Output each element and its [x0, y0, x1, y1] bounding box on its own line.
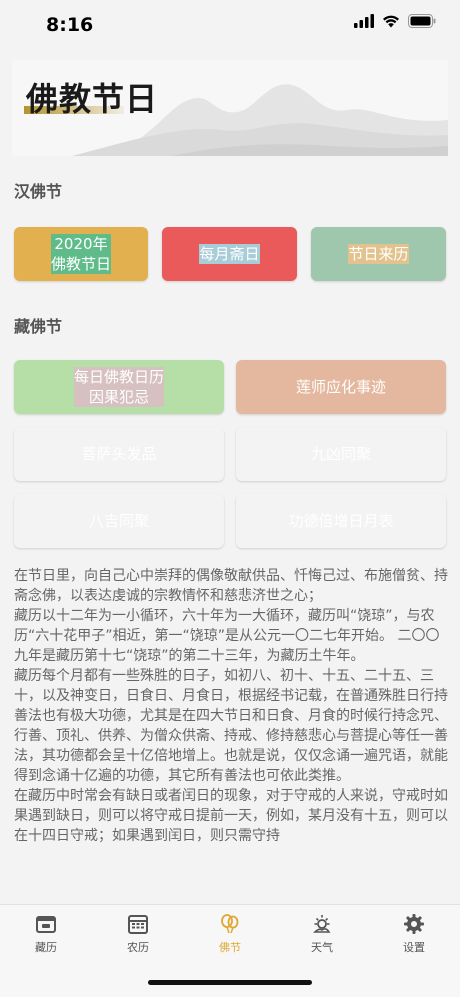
tab-label: 设置	[403, 941, 425, 954]
home-indicator	[148, 980, 312, 985]
button-2020-festivals[interactable]: 2020年 佛教节日	[14, 227, 148, 281]
page-title: 佛教节日	[26, 80, 159, 118]
section-title-zang: 藏佛节	[14, 317, 63, 336]
tab-tibetan-calendar[interactable]: 藏历	[0, 913, 92, 955]
description-paragraph: 在节日里，向自己心中崇拜的偶像敬献供品、忏悔己过、布施僧贫、持斋念佛，以表达虔诚…	[14, 568, 448, 604]
button-label: 每日佛教日历 因果犯忌	[73, 367, 164, 407]
button-label: 2020年 佛教节日	[50, 234, 111, 274]
button-label: 九凶同聚	[310, 445, 371, 463]
description-text: 在节日里，向自己心中崇拜的偶像敬献供品、忏悔己过、布施僧贫、持斋念佛，以表达虔诚…	[14, 566, 448, 902]
button-label: 每月斋日	[199, 244, 260, 264]
tab-weather[interactable]: 天气	[276, 913, 368, 955]
button-eight-auspicious[interactable]: 八吉同聚	[14, 494, 224, 548]
button-daily-buddhist-calendar[interactable]: 每日佛教日历 因果犯忌	[14, 360, 224, 414]
tab-buddhist-festivals[interactable]: 佛节	[184, 913, 276, 955]
button-label: 八吉同聚	[88, 512, 149, 530]
calendar-grid-icon	[128, 915, 148, 934]
button-merit-multiplying-days[interactable]: 功德倍增日月表	[236, 494, 446, 548]
description-paragraph: 藏历以十二年为一小循环，六十年为一大循环，藏历叫“饶琼”，与农历“六十花甲子”相…	[14, 608, 440, 664]
tab-label: 农历	[127, 941, 149, 954]
banner: 佛教节日	[12, 60, 448, 156]
description-paragraph: 藏历每个月都有一些殊胜的日子，如初八、初十、十五、二十五、三十，以及神变日，日食…	[14, 668, 448, 784]
button-guru-rinpoche-deeds[interactable]: 莲师应化事迹	[236, 360, 446, 414]
tab-label: 天气	[311, 941, 333, 954]
tab-label: 藏历	[35, 941, 57, 954]
button-label: 莲师应化事迹	[295, 378, 386, 396]
weather-icon	[313, 915, 331, 933]
status-time: 8:16	[46, 14, 94, 36]
calendar-box-icon	[36, 916, 56, 933]
tab-label: 佛节	[219, 941, 241, 954]
button-label: 功德倍增日月表	[288, 512, 394, 530]
description-paragraph: 在藏历中时常会有缺日或者闰日的现象，对于守戒的人来说，守戒时如果遇到缺日，则可以…	[14, 788, 448, 844]
button-monthly-fasting-days[interactable]: 每月斋日	[162, 227, 297, 281]
status-icons	[354, 14, 436, 28]
button-label: 菩萨头发品	[81, 445, 157, 463]
button-label: 节日来历	[348, 244, 409, 264]
gear-icon	[404, 914, 424, 934]
button-festival-origins[interactable]: 节日来历	[311, 227, 446, 281]
tab-settings[interactable]: 设置	[368, 913, 460, 955]
tab-lunar-calendar[interactable]: 农历	[92, 913, 184, 955]
wifi-icon	[383, 15, 399, 28]
signal-icon	[354, 14, 374, 28]
balloon-icon	[221, 914, 239, 934]
button-bodhisattva-hair[interactable]: 菩萨头发品	[14, 427, 224, 481]
button-nine-evils[interactable]: 九凶同聚	[236, 427, 446, 481]
section-title-han: 汉佛节	[14, 182, 63, 201]
battery-icon	[408, 14, 436, 28]
status-bar: 8:16	[0, 0, 460, 54]
